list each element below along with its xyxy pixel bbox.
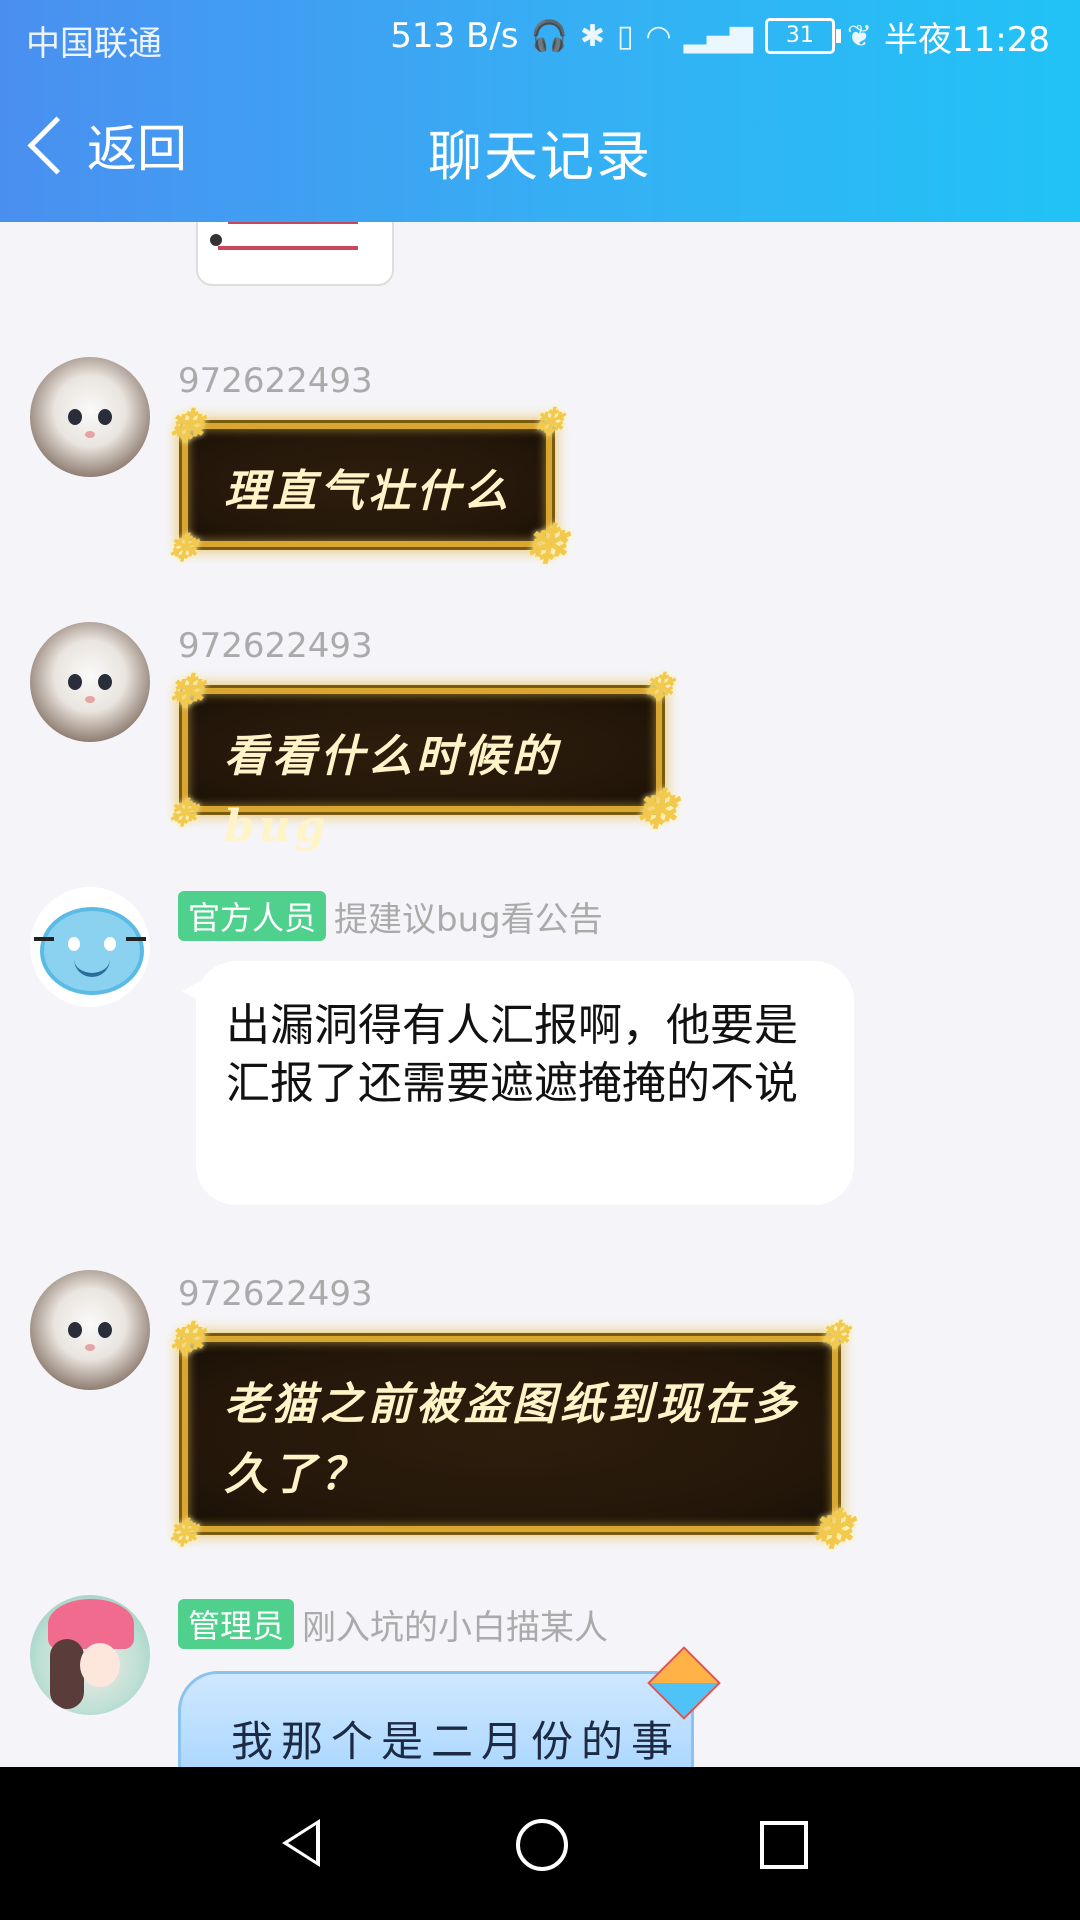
nav-home-button[interactable]	[460, 1767, 620, 1920]
snowflake-icon: ❄	[642, 664, 678, 709]
message-bubble[interactable]: ❄ ❄ ❄ ❄ 老猫之前被盗图纸到现在多久了？	[166, 1316, 854, 1557]
message-bubble[interactable]: ❄ ❄ ❄ ❄ 理直气壮什么	[166, 403, 568, 572]
sender-label: 972622493	[178, 361, 373, 401]
chat-history[interactable]: 972622493 ❄ ❄ ❄ ❄ 理直气壮什么 972622493 ❄ ❄ ❄…	[0, 222, 1080, 1767]
message-bubble[interactable]: 我那个是二月份的事	[178, 1671, 694, 1767]
bluetooth-icon: ✱	[579, 18, 605, 54]
snowflake-icon: ❄	[522, 512, 572, 576]
snowflake-icon: ❄	[808, 1497, 858, 1561]
sender-name: 972622493	[178, 626, 373, 666]
nav-recents-button[interactable]	[700, 1767, 860, 1920]
app-header: 中国联通 513 B/s 🎧 ✱ ▯ ◠ ▂▄▆ 31 ❦ 半夜11:28 返回…	[0, 0, 1080, 222]
wifi-icon: ◠	[645, 18, 672, 54]
image-message-thumbnail[interactable]	[196, 222, 394, 286]
sender-name: 972622493	[178, 361, 373, 401]
snowflake-icon: ❄	[166, 1312, 209, 1366]
avatar[interactable]	[30, 1270, 150, 1390]
sender-name: 官方人员 提建议bug看公告	[178, 891, 603, 941]
status-icons: 513 B/s 🎧 ✱ ▯ ◠ ▂▄▆ 31 ❦ 半夜11:28	[390, 14, 1050, 60]
clock: 半夜11:28	[884, 19, 1050, 60]
sender-name: 管理员 刚入坑的小白描某人	[178, 1599, 608, 1649]
role-badge: 管理员	[178, 1599, 295, 1649]
message-text: 我那个是二月份的事	[231, 1717, 682, 1766]
carrier-label: 中国联通	[26, 24, 162, 64]
message-bubble[interactable]: ❄ ❄ ❄ ❄ 看看什么时候的bug	[166, 668, 678, 853]
snowflake-icon: ❄	[818, 1312, 854, 1357]
snowflake-icon: ❄	[632, 777, 682, 841]
snowflake-icon: ❄	[532, 399, 568, 444]
sender-label: 972622493	[178, 1274, 373, 1314]
vibrate-icon: ▯	[616, 18, 634, 54]
message-text: 看看什么时候的bug	[224, 731, 560, 852]
sender-name: 972622493	[178, 1274, 373, 1314]
message-text: 老猫之前被盗图纸到现在多久了？	[224, 1379, 800, 1500]
sender-label: 972622493	[178, 626, 373, 666]
4g-signal-icon: ▂▄▆	[683, 18, 753, 54]
message-bubble[interactable]: 出漏洞得有人汇报啊，他要是汇报了还需要遮遮掩掩的不说	[182, 961, 854, 1205]
sender-label: 刚入坑的小白描某人	[302, 1607, 609, 1648]
avatar[interactable]	[30, 357, 150, 477]
avatar[interactable]	[30, 1595, 150, 1715]
snowflake-icon: ❄	[166, 664, 209, 718]
nav-back-button[interactable]	[220, 1767, 380, 1920]
recents-square-icon	[760, 1821, 808, 1869]
leaf-icon: ❦	[846, 18, 873, 54]
snowflake-icon: ❄	[166, 790, 202, 835]
system-nav-bar	[0, 1767, 1080, 1920]
headphone-icon: 🎧	[530, 18, 568, 54]
home-circle-icon	[516, 1819, 568, 1871]
message-text: 理直气壮什么	[224, 466, 512, 517]
status-bar: 中国联通 513 B/s 🎧 ✱ ▯ ◠ ▂▄▆ 31 ❦ 半夜11:28	[0, 0, 1080, 76]
page-title: 聊天记录	[428, 125, 652, 188]
role-badge: 官方人员	[178, 891, 327, 941]
net-speed: 513 B/s	[390, 16, 519, 56]
battery-icon: 31	[764, 18, 841, 54]
avatar[interactable]	[30, 622, 150, 742]
sender-label: 提建议bug看公告	[334, 899, 603, 940]
snowflake-icon: ❄	[166, 525, 202, 570]
avatar[interactable]	[30, 887, 150, 1007]
snowflake-icon: ❄	[166, 1510, 202, 1555]
message-text: 出漏洞得有人汇报啊，他要是汇报了还需要遮遮掩掩的不说	[226, 1000, 798, 1109]
snowflake-icon: ❄	[166, 399, 209, 453]
